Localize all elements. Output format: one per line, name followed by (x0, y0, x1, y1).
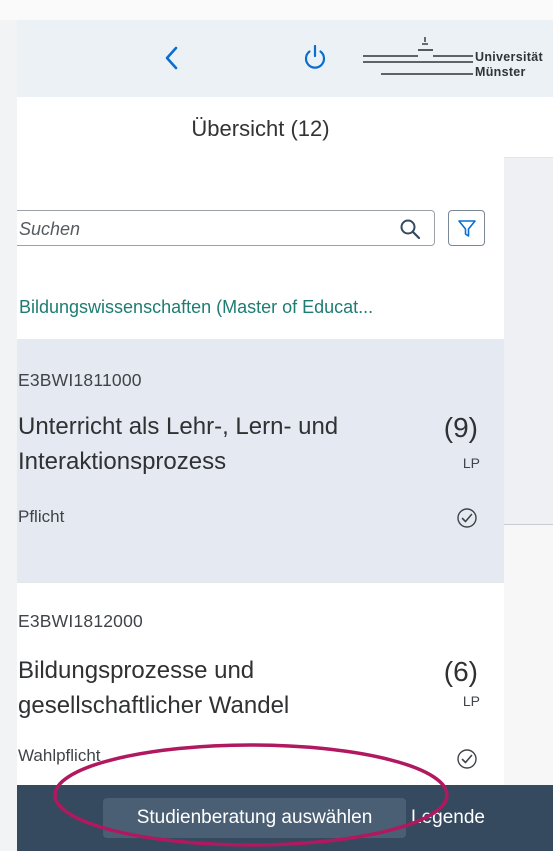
detail-pane-header (504, 97, 553, 158)
logo-mark (363, 37, 473, 75)
check-circle-icon (457, 508, 477, 528)
back-button[interactable] (152, 38, 192, 78)
legend-button[interactable]: Legende (411, 798, 485, 838)
list-item[interactable]: E3BWI1811000 Unterricht als Lehr-, Lern-… (17, 339, 504, 583)
filter-button[interactable] (448, 210, 485, 246)
page-title: Übersicht (12) (191, 116, 330, 141)
credits-unit: LP (462, 693, 480, 709)
module-code: E3BWI1812000 (18, 611, 143, 631)
detail-pane-lower (504, 525, 553, 785)
detail-pane-content (504, 158, 553, 525)
module-credits: (6) (443, 656, 478, 687)
search-icon[interactable] (398, 217, 422, 241)
university-logo: Universität Münster (359, 25, 553, 91)
module-credits: (9) (443, 412, 478, 443)
group-header: Bildungswissenschaften (Master of Educat… (19, 297, 374, 317)
logo-line-2: Münster (475, 65, 526, 79)
module-status: Wahlpflicht (18, 746, 101, 765)
search-input[interactable] (17, 211, 381, 247)
window-frame-left (0, 20, 18, 851)
module-title: Unterricht als Lehr-, Lern- und Interakt… (18, 413, 339, 475)
module-title: Bildungsprozesse und gesellschaftlicher … (18, 657, 290, 719)
master-list-panel: Übersicht (12) Bildungswissenschaften (M… (17, 97, 504, 785)
shell-bar: Universität Münster (17, 20, 553, 97)
chevron-left-icon (165, 46, 178, 70)
check-circle-icon (457, 749, 477, 769)
studienberatung-button[interactable]: Studienberatung auswählen (103, 798, 406, 838)
footer-toolbar: Studienberatung auswählen Legende (17, 785, 553, 851)
window-frame-top (0, 0, 553, 21)
filter-icon (457, 220, 476, 237)
logo-line-1: Universität (475, 50, 543, 64)
module-status: Pflicht (18, 507, 65, 526)
power-icon (304, 44, 326, 69)
module-code: E3BWI1811000 (18, 370, 142, 390)
credits-unit: LP (462, 455, 480, 471)
search-field[interactable] (17, 210, 435, 247)
logout-button[interactable] (295, 38, 335, 78)
list-item[interactable]: E3BWI1812000 Bildungsprozesse und gesell… (17, 583, 504, 785)
